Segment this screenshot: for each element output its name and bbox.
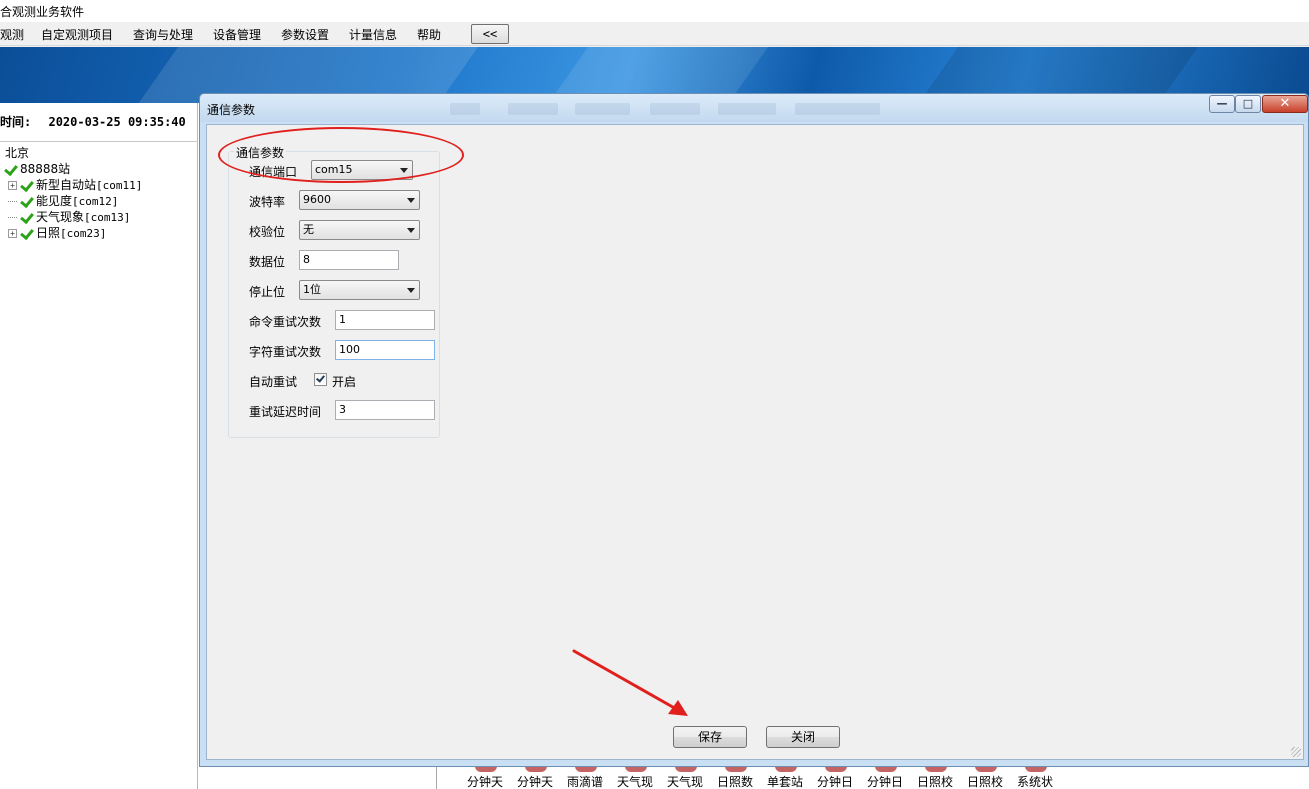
check-icon bbox=[19, 180, 33, 192]
menu-item-query[interactable]: 查询与处理 bbox=[133, 26, 193, 43]
bottom-status-bar: 分钟天 分钟天 雨滴谱 天气现 天气现 日照数 单套站 分钟日 分钟日 日照校 … bbox=[436, 766, 1309, 789]
status-item[interactable]: 日照校 bbox=[917, 773, 953, 789]
minimize-icon: — bbox=[1216, 97, 1228, 110]
comm-params-group: 通信参数 通信端口 com15 波特率 9600 校验位 无 数据位 8 停止位… bbox=[228, 144, 440, 438]
parity-value: 无 bbox=[303, 223, 314, 236]
baud-value: 9600 bbox=[303, 193, 331, 206]
background-tabs bbox=[440, 103, 1080, 117]
expand-icon[interactable]: + bbox=[8, 229, 17, 238]
device-name: 新型自动站 bbox=[36, 178, 97, 192]
app-title-bar: 合观测业务软件 bbox=[0, 0, 1309, 22]
app-title: 合观测业务软件 bbox=[0, 5, 85, 19]
device-port: [com11] bbox=[96, 179, 143, 192]
parity-select[interactable]: 无 bbox=[299, 220, 420, 240]
char-retry-label: 字符重试次数 bbox=[249, 345, 322, 359]
dialog-body: 通信参数 通信端口 com15 波特率 9600 校验位 无 数据位 8 停止位… bbox=[206, 124, 1304, 760]
time-label: 时间: bbox=[0, 115, 32, 129]
device-port: [com13] bbox=[84, 211, 131, 224]
menu-item-help[interactable]: 帮助 bbox=[417, 26, 441, 43]
comm-params-dialog: 通信参数 — □ ✕ 通信参数 通信端口 com15 波特率 9600 校验位 … bbox=[199, 93, 1309, 767]
chevron-down-icon bbox=[407, 228, 415, 233]
check-icon bbox=[19, 228, 33, 240]
status-item[interactable]: 天气现 bbox=[617, 773, 653, 789]
retry-delay-input[interactable]: 3 bbox=[335, 400, 435, 420]
device-port: [com12] bbox=[72, 195, 119, 208]
status-item[interactable]: 分钟天 bbox=[517, 773, 553, 789]
device-name: 天气现象 bbox=[36, 210, 85, 224]
maximize-icon: □ bbox=[1242, 97, 1254, 110]
divider bbox=[0, 141, 198, 142]
status-item[interactable]: 系统状 bbox=[1017, 773, 1053, 789]
status-item[interactable]: 分钟日 bbox=[817, 773, 853, 789]
databits-input[interactable]: 8 bbox=[299, 250, 399, 270]
device-name: 日照 bbox=[36, 226, 61, 240]
auto-retry-option[interactable]: 开启 bbox=[332, 373, 356, 390]
baud-select[interactable]: 9600 bbox=[299, 190, 420, 210]
clock: 时间: 2020-03-25 09:35:40 bbox=[0, 113, 186, 130]
menu-item-parameter-settings[interactable]: 参数设置 bbox=[281, 26, 329, 43]
check-icon bbox=[3, 164, 17, 176]
status-item[interactable]: 分钟日 bbox=[867, 773, 903, 789]
menu-item-custom-observation[interactable]: 自定观测项目 bbox=[41, 26, 113, 43]
tree-root[interactable]: 北京 bbox=[5, 145, 29, 161]
check-icon bbox=[19, 196, 33, 208]
close-window-button[interactable]: ✕ bbox=[1262, 95, 1308, 113]
status-item[interactable]: 雨滴谱 bbox=[567, 773, 603, 789]
device-name: 能见度 bbox=[36, 194, 73, 208]
annotation-arrow-icon bbox=[572, 649, 688, 716]
tree-device-weather[interactable]: 天气现象[com13] bbox=[8, 209, 130, 225]
stopbits-label: 停止位 bbox=[249, 285, 286, 299]
save-button[interactable]: 保存 bbox=[673, 726, 747, 748]
chevron-down-icon bbox=[407, 198, 415, 203]
collapse-button[interactable]: << bbox=[471, 24, 509, 44]
check-icon bbox=[19, 212, 33, 224]
status-item[interactable]: 天气现 bbox=[667, 773, 703, 789]
menu-item-metrology[interactable]: 计量信息 bbox=[349, 26, 397, 43]
status-item[interactable]: 分钟天 bbox=[467, 773, 503, 789]
menubar: 观测 自定观测项目 查询与处理 设备管理 参数设置 计量信息 帮助 << bbox=[0, 22, 1309, 46]
chevron-down-icon bbox=[407, 288, 415, 293]
cmd-retry-input[interactable]: 1 bbox=[335, 310, 435, 330]
tree-station-label: 88888站 bbox=[20, 162, 71, 176]
maximize-button[interactable]: □ bbox=[1235, 95, 1261, 113]
parity-label: 校验位 bbox=[249, 225, 286, 239]
expand-icon[interactable]: + bbox=[8, 181, 17, 190]
char-retry-input[interactable]: 100 bbox=[335, 340, 435, 360]
close-icon: ✕ bbox=[1279, 96, 1291, 111]
tree-root-label: 北京 bbox=[5, 146, 30, 160]
tree-device-aws[interactable]: + 新型自动站[com11] bbox=[8, 177, 142, 193]
menu-item-observe[interactable]: 观测 bbox=[0, 26, 24, 43]
auto-retry-label: 自动重试 bbox=[249, 375, 298, 389]
menu-item-device-management[interactable]: 设备管理 bbox=[213, 26, 261, 43]
cmd-retry-label: 命令重试次数 bbox=[249, 315, 322, 329]
baud-label: 波特率 bbox=[249, 195, 286, 209]
left-panel: 时间: 2020-03-25 09:35:40 北京 88888站 + 新型自动站… bbox=[0, 103, 198, 789]
tree-connector bbox=[8, 217, 17, 218]
status-item[interactable]: 单套站 bbox=[767, 773, 803, 789]
stopbits-select[interactable]: 1位 bbox=[299, 280, 420, 300]
time-value: 2020-03-25 09:35:40 bbox=[48, 115, 186, 129]
checkmark-icon bbox=[316, 373, 325, 383]
dialog-title: 通信参数 bbox=[207, 103, 256, 117]
status-item[interactable]: 日照校 bbox=[967, 773, 1003, 789]
tree-station[interactable]: 88888站 bbox=[3, 161, 70, 177]
tree-device-sunshine[interactable]: + 日照[com23] bbox=[8, 225, 106, 241]
close-button[interactable]: 关闭 bbox=[766, 726, 840, 748]
stopbits-value: 1位 bbox=[303, 283, 321, 296]
tree-device-visibility[interactable]: 能见度[com12] bbox=[8, 193, 118, 209]
tree-connector bbox=[8, 201, 17, 202]
resize-grip[interactable] bbox=[1291, 747, 1301, 757]
auto-retry-checkbox[interactable] bbox=[314, 373, 327, 386]
status-item[interactable]: 日照数 bbox=[717, 773, 753, 789]
databits-label: 数据位 bbox=[249, 255, 286, 269]
retry-delay-label: 重试延迟时间 bbox=[249, 405, 322, 419]
dialog-titlebar[interactable]: 通信参数 — □ ✕ bbox=[200, 94, 1308, 122]
device-port: [com23] bbox=[60, 227, 107, 240]
minimize-button[interactable]: — bbox=[1209, 95, 1235, 113]
highlight-ellipse bbox=[218, 127, 464, 183]
